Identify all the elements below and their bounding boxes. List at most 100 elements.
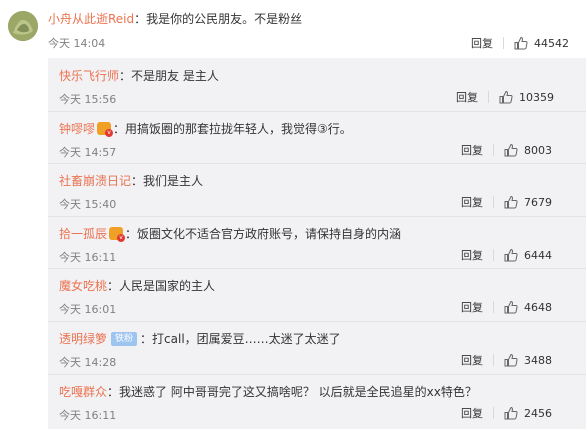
colon: ： [119,69,132,83]
top-comment: 小舟从此逝Reid：我是你的公民朋友。不是粉丝 今天 14:04 回复 4454… [0,0,586,58]
colon: ： [134,12,147,26]
reply-username[interactable]: 吃嘎群众 [59,383,107,400]
reply-time: 今天 16:11 [59,251,117,264]
reply-list: 快乐飞行师：不是朋友 是主人 今天 15:56 回复 10359 钟嘐嘐 v：用搞饭圈的那… [48,58,586,429]
reply-text: 不是朋友 是主人 [131,69,219,83]
reply-actions: 回复 2456 [461,405,552,421]
reply-item: 吃嘎群众：我迷惑了 阿中哥哥完了这又搞啥呢？ 以后就是全民追星的xx特色？ 今天 … [48,374,586,426]
reply-item: 快乐飞行师：不是朋友 是主人今天 15:56 回复 10359 [48,58,586,110]
reply-actions: 回复 8003 [461,142,552,158]
action-divider [493,144,494,156]
reply-button[interactable]: 回复 [471,35,493,51]
reply-text: 我们是主人 [143,174,204,188]
reply-text: 饭圈文化不适合官方政府账号，请保持自身的内涵 [137,227,402,241]
comment-thread: 小舟从此逝Reid：我是你的公民朋友。不是粉丝 今天 14:04 回复 4454… [0,0,586,429]
action-divider [503,37,504,49]
reply-time: 今天 15:56 [59,93,117,106]
fan-badge: 铁粉 [111,331,138,346]
like-count: 7679 [524,195,552,209]
like-count: 10359 [519,90,554,104]
vip-badge-icon: v [97,122,114,137]
like-button[interactable]: 2456 [504,406,552,420]
reply-text-line: 吃嘎群众：我迷惑了 阿中哥哥完了这又搞啥呢？ 以后就是全民追星的xx特色？ [59,383,477,400]
reply-text: 打call，团属爱豆……太迷了太迷了 [152,332,341,346]
reply-button[interactable]: 回复 [456,89,478,105]
like-count: 3488 [524,353,552,367]
reply-text: 人民是国家的主人 [119,279,216,293]
thumbs-up-icon [504,248,518,262]
comment-text: 我是你的公民朋友。不是粉丝 [146,12,303,26]
colon: ： [125,227,138,241]
reply-actions: 回复 7679 [461,194,552,210]
reply-button[interactable]: 回复 [461,352,483,368]
reply-button[interactable]: 回复 [461,142,483,158]
action-divider [493,407,494,419]
colon: ： [107,385,120,399]
colon: ： [107,279,120,293]
action-divider [493,354,494,366]
action-divider [493,301,494,313]
reply-time: 今天 14:28 [59,356,117,369]
reply-item: 魔女吃桃：人民是国家的主人 今天 16:01 回复 4648 [48,268,586,320]
reply-actions: 回复 10359 [456,89,554,105]
reply-text-line: 社畜崩溃日记：我们是主人 [59,172,203,189]
reply-username[interactable]: 魔女吃桃 [59,277,107,294]
reply-text: 用搞饭圈的那套拉拢年轻人，我觉得③行。 [125,122,352,136]
like-count: 6444 [524,248,552,262]
reply-button[interactable]: 回复 [461,194,483,210]
reply-item: 拾一孤辰 v：饭圈文化不适合官方政府账号，请保持自身的内涵今天 16:11 回复 64… [48,216,586,268]
commenter-name[interactable]: 小舟从此逝Reid [48,12,134,26]
like-button[interactable]: 6444 [504,248,552,262]
reply-item: 社畜崩溃日记：我们是主人今天 15:40 回复 7679 [48,163,586,215]
reply-username[interactable]: 社畜崩溃日记 [59,172,131,189]
reply-time: 今天 15:40 [59,198,117,211]
thumbs-up-icon [514,36,528,50]
reply-text: 我迷惑了 阿中哥哥完了这又搞啥呢？ 以后就是全民追星的xx特色？ [119,385,477,399]
reply-text-line: 拾一孤辰 v：饭圈文化不适合官方政府账号，请保持自身的内涵 [59,225,401,242]
colon: ： [140,332,153,346]
reply-item: 透明绿箩 铁粉：打call，团属爱豆……太迷了太迷了今天 14:28 回复 3488 [48,321,586,373]
reply-item: 钟嘐嘐 v：用搞饭圈的那套拉拢年轻人，我觉得③行。 今天 14:57 回复 8003 [48,111,586,163]
reply-username[interactable]: 拾一孤辰 [59,225,107,242]
top-comment-text-line: 小舟从此逝Reid：我是你的公民朋友。不是粉丝 [48,10,302,27]
vip-badge-icon: v [109,227,126,242]
reply-time: 今天 14:57 [59,146,117,159]
reply-text-line: 透明绿箩 铁粉：打call，团属爱豆……太迷了太迷了 [59,330,341,347]
reply-username[interactable]: 快乐飞行师 [59,67,119,84]
thumbs-up-icon [504,143,518,157]
like-button[interactable]: 3488 [504,353,552,367]
like-count: 44542 [534,36,569,50]
action-divider [493,196,494,208]
thumbs-up-icon [504,300,518,314]
like-button[interactable]: 10359 [499,90,554,104]
comment-time: 今天 14:04 [48,37,106,50]
reply-actions: 回复 6444 [461,247,552,263]
colon: ： [113,122,126,136]
like-button[interactable]: 4648 [504,300,552,314]
like-count: 4648 [524,300,552,314]
like-count: 8003 [524,143,552,157]
reply-button[interactable]: 回复 [461,405,483,421]
action-divider [493,249,494,261]
reply-actions: 回复 3488 [461,352,552,368]
reply-text-line: 快乐飞行师：不是朋友 是主人 [59,67,219,84]
like-button[interactable]: 7679 [504,195,552,209]
like-button[interactable]: 8003 [504,143,552,157]
like-button[interactable]: 44542 [514,36,569,50]
like-count: 2456 [524,406,552,420]
reply-button[interactable]: 回复 [461,247,483,263]
action-divider [488,91,489,103]
comment-actions: 回复 44542 [471,35,569,51]
thumbs-up-icon [504,195,518,209]
reply-text-line: 魔女吃桃：人民是国家的主人 [59,277,215,294]
avatar[interactable] [8,11,38,41]
reply-button[interactable]: 回复 [461,299,483,315]
reply-text-line: 钟嘐嘐 v：用搞饭圈的那套拉拢年轻人，我觉得③行。 [59,120,352,137]
thumbs-up-icon [504,406,518,420]
reply-username[interactable]: 钟嘐嘐 [59,120,95,137]
reply-time: 今天 16:01 [59,303,117,316]
colon: ： [131,174,144,188]
thumbs-up-icon [504,353,518,367]
reply-username[interactable]: 透明绿箩 [59,330,107,347]
reply-actions: 回复 4648 [461,299,552,315]
